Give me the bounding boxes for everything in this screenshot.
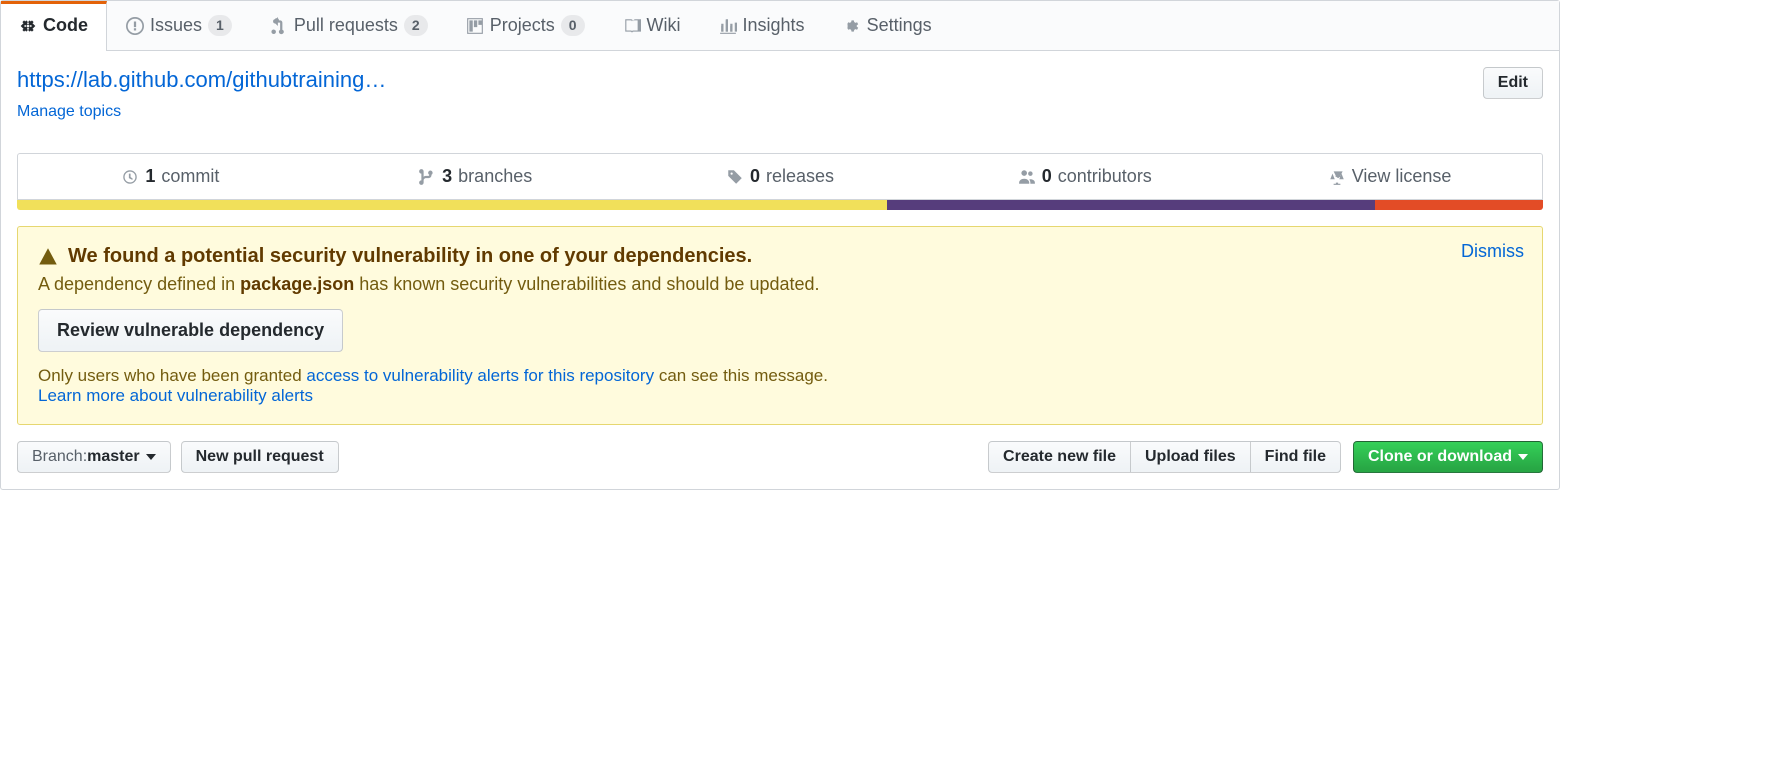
alert-icon xyxy=(38,247,58,267)
stats-contributors[interactable]: 0 contributors xyxy=(932,154,1237,199)
alert-desc-file: package.json xyxy=(240,274,354,294)
stats-bar: 1 commit 3 branches 0 releases 0 contrib… xyxy=(17,153,1543,200)
stats-releases[interactable]: 0 releases xyxy=(628,154,933,199)
tab-insights-label: Insights xyxy=(743,15,805,36)
alert-desc-pre: A dependency defined in xyxy=(38,274,240,294)
commits-num: 1 xyxy=(145,166,155,187)
git-pull-request-icon xyxy=(270,17,288,35)
review-vulnerability-button[interactable]: Review vulnerable dependency xyxy=(38,309,343,352)
language-js-segment xyxy=(17,200,887,210)
stats-license[interactable]: View license xyxy=(1237,154,1542,199)
file-nav: Branch: master New pull request Create n… xyxy=(1,441,1559,489)
repo-website-link[interactable]: https://lab.github.com/githubtraining… xyxy=(17,67,386,92)
pulls-count: 2 xyxy=(404,15,428,36)
dismiss-link[interactable]: Dismiss xyxy=(1461,241,1524,262)
alert-desc: A dependency defined in package.json has… xyxy=(38,274,1522,295)
branches-num: 3 xyxy=(442,166,452,187)
tag-icon xyxy=(726,168,744,186)
file-nav-right: Create new file Upload files Find file C… xyxy=(988,441,1543,473)
branch-select-button[interactable]: Branch: master xyxy=(17,441,171,473)
branches-label: branches xyxy=(458,166,532,187)
releases-label: releases xyxy=(766,166,834,187)
repo-container: Code Issues 1 Pull requests 2 Projects 0… xyxy=(0,0,1560,490)
issue-opened-icon xyxy=(126,17,144,35)
branch-label: Branch: xyxy=(32,448,87,466)
tab-projects[interactable]: Projects 0 xyxy=(447,1,604,50)
alert-note-pre: Only users who have been granted xyxy=(38,366,306,385)
repo-tabnav: Code Issues 1 Pull requests 2 Projects 0… xyxy=(1,1,1559,51)
repo-summary: https://lab.github.com/githubtraining… M… xyxy=(1,51,1559,137)
people-icon xyxy=(1018,168,1036,186)
tab-code[interactable]: Code xyxy=(1,1,107,51)
issues-count: 1 xyxy=(208,15,232,36)
clone-label: Clone or download xyxy=(1368,448,1512,466)
gear-icon xyxy=(843,17,861,35)
tab-settings[interactable]: Settings xyxy=(824,1,951,50)
stats-commits[interactable]: 1 commit xyxy=(18,154,323,199)
law-icon xyxy=(1328,168,1346,186)
tab-pulls-label: Pull requests xyxy=(294,15,398,36)
tab-insights[interactable]: Insights xyxy=(700,1,824,50)
book-icon xyxy=(623,17,641,35)
create-new-file-button[interactable]: Create new file xyxy=(988,441,1131,473)
history-icon xyxy=(121,168,139,186)
git-branch-icon xyxy=(418,168,436,186)
alert-note: Only users who have been granted access … xyxy=(38,366,1522,406)
alert-access-link[interactable]: access to vulnerability alerts for this … xyxy=(306,366,654,385)
caret-down-icon xyxy=(146,454,156,460)
desc-row: https://lab.github.com/githubtraining… M… xyxy=(17,67,1543,121)
edit-button[interactable]: Edit xyxy=(1483,67,1543,99)
alert-title-text: We found a potential security vulnerabil… xyxy=(68,245,752,268)
stats-branches[interactable]: 3 branches xyxy=(323,154,628,199)
alert-learn-more-link[interactable]: Learn more about vulnerability alerts xyxy=(38,386,313,405)
code-icon xyxy=(19,17,37,35)
alert-desc-post: has known security vulnerabilities and s… xyxy=(354,274,819,294)
tab-settings-label: Settings xyxy=(867,15,932,36)
tab-issues-label: Issues xyxy=(150,15,202,36)
alert-title: We found a potential security vulnerabil… xyxy=(38,245,1522,268)
license-label: View license xyxy=(1352,166,1452,187)
language-bar[interactable] xyxy=(17,200,1543,210)
file-nav-left: Branch: master New pull request xyxy=(17,441,339,473)
tab-wiki[interactable]: Wiki xyxy=(604,1,700,50)
releases-num: 0 xyxy=(750,166,760,187)
tab-projects-label: Projects xyxy=(490,15,555,36)
language-css-segment xyxy=(887,200,1375,210)
graph-icon xyxy=(719,17,737,35)
project-icon xyxy=(466,17,484,35)
tab-pulls[interactable]: Pull requests 2 xyxy=(251,1,447,50)
tab-wiki-label: Wiki xyxy=(647,15,681,36)
clone-or-download-button[interactable]: Clone or download xyxy=(1353,441,1543,473)
caret-down-icon xyxy=(1518,454,1528,460)
tab-code-label: Code xyxy=(43,15,88,36)
projects-count: 0 xyxy=(561,15,585,36)
new-pull-request-button[interactable]: New pull request xyxy=(181,441,339,473)
contributors-label: contributors xyxy=(1058,166,1152,187)
upload-files-button[interactable]: Upload files xyxy=(1130,441,1251,473)
find-file-button[interactable]: Find file xyxy=(1250,441,1341,473)
language-html-segment xyxy=(1375,200,1543,210)
manage-topics-link[interactable]: Manage topics xyxy=(17,103,121,121)
branch-name: master xyxy=(87,448,139,466)
desc-left: https://lab.github.com/githubtraining… M… xyxy=(17,67,386,121)
tab-issues[interactable]: Issues 1 xyxy=(107,1,251,50)
file-actions-group: Create new file Upload files Find file xyxy=(988,441,1341,473)
contributors-num: 0 xyxy=(1042,166,1052,187)
vulnerability-alert: Dismiss We found a potential security vu… xyxy=(17,226,1543,425)
commits-label: commit xyxy=(161,166,219,187)
alert-note-post: can see this message. xyxy=(654,366,828,385)
